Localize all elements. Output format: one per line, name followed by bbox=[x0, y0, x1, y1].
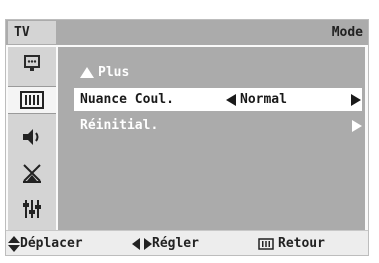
menu-item-reinitial[interactable]: Réinitial. bbox=[80, 114, 362, 137]
input-icon[interactable] bbox=[8, 49, 56, 77]
menu-item-label: Réinitial. bbox=[80, 118, 159, 133]
up-triangle-icon bbox=[80, 67, 94, 78]
picture-icon[interactable] bbox=[8, 86, 56, 114]
submenu-arrow-icon bbox=[352, 120, 362, 132]
menu-item-value: Normal bbox=[240, 92, 287, 107]
updown-arrow-icon bbox=[8, 235, 20, 252]
menu-item-label: Nuance Coul. bbox=[80, 92, 174, 107]
menu-header bbox=[6, 20, 368, 45]
sidebar bbox=[8, 47, 56, 230]
adjust-help: Régler bbox=[132, 231, 199, 256]
page-title: Mode bbox=[331, 25, 363, 40]
setup-icon[interactable] bbox=[8, 195, 56, 223]
channel-icon[interactable] bbox=[8, 159, 56, 187]
return-help: Retour bbox=[258, 231, 325, 256]
left-arrow-icon[interactable] bbox=[226, 94, 236, 106]
sound-icon[interactable] bbox=[8, 123, 56, 151]
menu-icon bbox=[258, 237, 274, 250]
tv-label: TV bbox=[8, 21, 56, 44]
menu-item-nuance-couleur[interactable]: Nuance Coul. Normal bbox=[74, 88, 362, 111]
footer-help: Déplacer Régler Retour bbox=[6, 230, 368, 255]
leftright-arrow-icon bbox=[132, 237, 152, 250]
right-arrow-icon[interactable] bbox=[351, 94, 361, 106]
move-help: Déplacer bbox=[8, 231, 83, 256]
tv-osd: TV Mode Plus Nuance Coul. Normal Réiniti… bbox=[0, 0, 379, 263]
back-label: Plus bbox=[98, 65, 130, 80]
